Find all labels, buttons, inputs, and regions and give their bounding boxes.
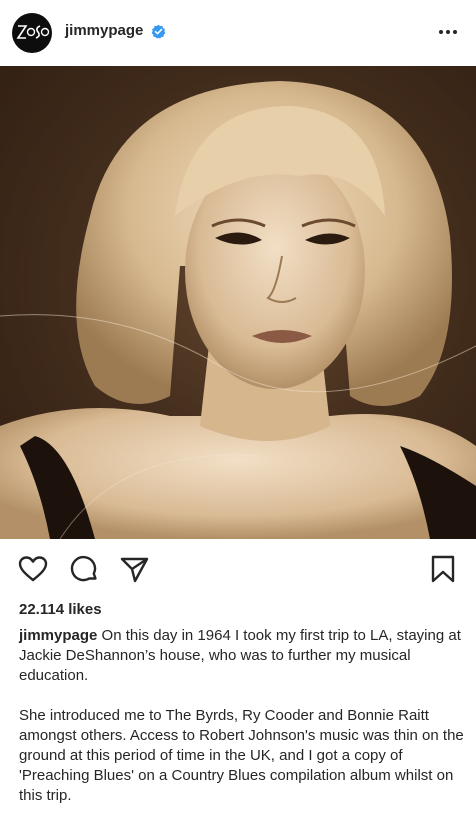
verified-badge-icon <box>151 24 166 39</box>
portrait-photo <box>0 66 476 539</box>
post-actions <box>0 540 476 598</box>
likes-count[interactable]: 22.114 likes <box>19 601 102 618</box>
bookmark-icon[interactable] <box>427 553 459 585</box>
heart-icon[interactable] <box>17 553 49 585</box>
more-options-icon[interactable] <box>436 24 460 40</box>
post-header: jimmypage <box>0 0 476 66</box>
avatar[interactable] <box>12 13 52 53</box>
header-username[interactable]: jimmypage <box>65 22 143 39</box>
zoso-logo <box>16 25 50 39</box>
send-icon[interactable] <box>118 553 150 585</box>
caption-paragraph-1: jimmypage On this day in 1964 I took my … <box>19 626 465 686</box>
comment-icon[interactable] <box>68 553 100 585</box>
post-photo[interactable] <box>0 66 476 539</box>
caption-paragraph-2: She introduced me to The Byrds, Ry Coode… <box>19 707 464 804</box>
post-caption: jimmypage On this day in 1964 I took my … <box>19 626 465 826</box>
caption-username[interactable]: jimmypage <box>19 627 97 644</box>
